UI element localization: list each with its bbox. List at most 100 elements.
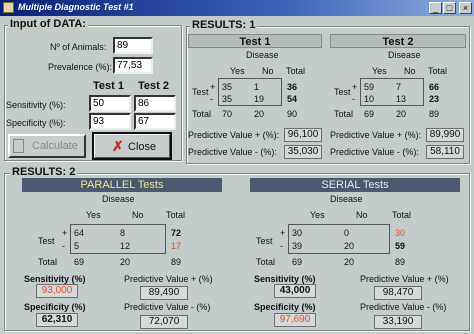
ppv-value: 89,490 (140, 286, 188, 300)
parallel-block: PARALLEL Tests Disease Yes No Total Test… (8, 178, 230, 330)
cell: 35 (222, 94, 233, 104)
total-label: Total (38, 257, 58, 267)
sensitivity-test2-input[interactable]: 86 (134, 95, 176, 112)
col-yes: Yes (372, 66, 387, 76)
col-no: No (404, 66, 416, 76)
specificity-label: Specificity (%) (24, 302, 86, 312)
close-button[interactable]: ✗ Close (92, 132, 172, 160)
col-total: Total (286, 66, 306, 76)
close-window-button[interactable]: × (459, 2, 472, 14)
cell: 12 (120, 241, 131, 251)
cell: 20 (254, 109, 265, 119)
disease-label: Disease (330, 194, 363, 204)
sensitivity-label: Sensitivity (%): (6, 100, 66, 110)
row-minus: - (210, 94, 213, 104)
npv-value: 35,030 (284, 145, 322, 159)
ppv-value: 98,470 (374, 286, 422, 300)
calculate-icon (13, 139, 24, 153)
cell: 20 (344, 241, 355, 251)
animals-input[interactable]: 89 (113, 37, 153, 54)
results1-title: RESULTS: 1 (190, 19, 258, 31)
close-label: Close (128, 141, 157, 153)
row-plus: + (280, 228, 286, 238)
col-yes: Yes (86, 210, 101, 220)
cell: 35 (222, 82, 233, 92)
specificity-test2-input[interactable]: 67 (134, 113, 176, 130)
minimize-button[interactable]: _ (429, 2, 442, 14)
npv-value: 33,190 (374, 315, 422, 329)
cell-total: 36 (287, 82, 298, 92)
serial-title: SERIAL Tests (250, 178, 460, 192)
cell: 59 (364, 82, 375, 92)
npv-label: Predictive Value - (%): (188, 147, 277, 157)
cell: 0 (344, 228, 350, 238)
specificity-value: 97,690 (274, 313, 316, 327)
cell: 89 (171, 257, 182, 267)
cell: 30 (292, 228, 303, 238)
cell: 70 (222, 109, 233, 119)
prevalence-input[interactable]: 77,53 (113, 57, 153, 74)
cell: 7 (396, 82, 402, 92)
maximize-button[interactable]: □ (443, 2, 456, 14)
npv-value: 72,070 (140, 315, 188, 329)
calculate-label: Calculate (32, 140, 78, 152)
cell-total: 17 (171, 241, 182, 251)
test1-title: Test 1 (188, 34, 322, 48)
results1-test1: Test 1 Disease Yes No Total Test + - 35 … (188, 34, 324, 160)
cell: 89 (429, 109, 440, 119)
prevalence-label: Prevalence (%): (48, 62, 113, 72)
ppv-value: 96,100 (284, 128, 322, 142)
cell: 69 (74, 257, 85, 267)
row-label: Test (38, 236, 55, 246)
serial-matrix (288, 224, 390, 254)
cell: 89 (395, 257, 406, 267)
cell: 69 (292, 257, 303, 267)
sensitivity-test1-input[interactable]: 50 (89, 95, 131, 112)
row-plus: + (62, 228, 68, 238)
specificity-value: 62,310 (36, 313, 78, 327)
cell: 90 (287, 109, 298, 119)
specificity-label: Specificity (%) (254, 302, 316, 312)
specificity-test1-input[interactable]: 93 (89, 113, 131, 130)
cell: 20 (344, 257, 355, 267)
row-minus: - (62, 241, 65, 251)
input-title: Input of DATA: (8, 18, 88, 30)
calculate-button[interactable]: Calculate (8, 134, 86, 158)
cell-total: 59 (395, 241, 406, 251)
cell: 1 (254, 82, 260, 92)
col-no: No (132, 210, 144, 220)
row-plus: + (352, 82, 358, 92)
sensitivity-value: 93,000 (36, 284, 78, 298)
total-label: Total (192, 109, 212, 119)
row-label: Test (334, 87, 351, 97)
ppv-label: Predictive Value + (%): (188, 130, 280, 140)
ppv-label: Predictive Value + (%): (330, 130, 422, 140)
test2-title: Test 2 (330, 34, 466, 48)
cell: 69 (364, 109, 375, 119)
col-total: Total (166, 210, 186, 220)
npv-label: Predictive Value - (%) (124, 302, 211, 312)
cell: 20 (120, 257, 131, 267)
col-total: Total (428, 66, 448, 76)
col-total: Total (392, 210, 412, 220)
cell: 20 (396, 109, 407, 119)
npv-value: 58,110 (426, 145, 464, 159)
app-icon (3, 2, 14, 13)
ppv-label: Predictive Value + (%) (124, 274, 213, 284)
cell-total: 66 (429, 82, 440, 92)
col-no: No (262, 66, 274, 76)
ppv-value: 89,990 (426, 128, 464, 142)
animals-label: Nº of Animals: (50, 42, 107, 52)
test2-header: Test 2 (138, 80, 169, 92)
window-title: Multiple Diagnostic Test #1 (18, 2, 134, 12)
cell: 19 (254, 94, 265, 104)
cell: 8 (120, 228, 126, 238)
test1-header: Test 1 (93, 80, 124, 92)
disease-label: Disease (246, 50, 279, 60)
parallel-title: PARALLEL Tests (22, 178, 222, 192)
disease-label: Disease (102, 194, 135, 204)
close-x-icon: ✗ (112, 138, 124, 154)
row-minus: - (352, 94, 355, 104)
npv-label: Predictive Value - (%) (360, 302, 447, 312)
cell-total: 72 (171, 228, 182, 238)
